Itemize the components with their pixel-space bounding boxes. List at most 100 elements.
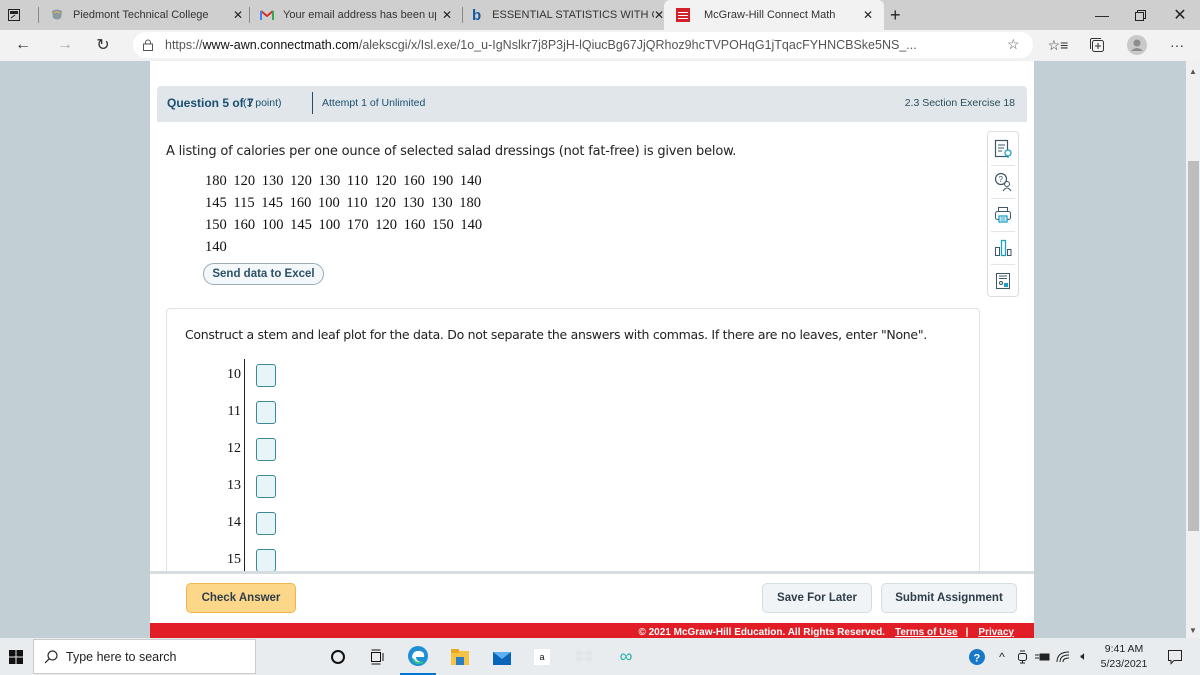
statistics-icon: [995, 239, 1012, 256]
amazon-icon: a: [534, 648, 550, 665]
save-for-later-button[interactable]: Save For Later: [762, 583, 872, 613]
address-bar[interactable]: https://www-awn.connectmath.com/alekscgi…: [133, 32, 1033, 58]
close-tab-icon[interactable]: ✕: [863, 8, 873, 22]
minimize-button[interactable]: —: [1082, 0, 1122, 30]
scroll-thumb[interactable]: [1188, 161, 1199, 531]
svg-text:?: ?: [999, 175, 1004, 184]
cortana-button[interactable]: [320, 638, 356, 675]
tab-title: ESSENTIAL STATISTICS WITH CO: [492, 9, 655, 21]
tool-rail: ?: [987, 131, 1019, 297]
task-view-icon: [371, 649, 384, 664]
favorites-button[interactable]: ☆≡: [1043, 30, 1073, 60]
guided-solution-icon: [994, 139, 1012, 158]
leaf-input-11[interactable]: [256, 401, 276, 424]
print-button[interactable]: [988, 198, 1018, 231]
page-scrollbar[interactable]: ▲ ▼: [1186, 61, 1200, 638]
speaker-icon: 🔈︎: [1080, 649, 1088, 663]
close-tab-icon[interactable]: ✕: [654, 8, 664, 22]
windows-taskbar: Type here to search a ∞ ? ^ 🔈︎ 9:41 AM 5…: [0, 638, 1200, 675]
restore-button[interactable]: [1120, 0, 1160, 30]
forward-button[interactable]: →: [50, 30, 80, 60]
attempt-label: Attempt 1 of Unlimited: [322, 97, 426, 109]
meet-now-button[interactable]: [1014, 638, 1032, 675]
close-window-button[interactable]: ✕: [1160, 0, 1200, 30]
wifi-icon: [1056, 651, 1070, 662]
refresh-button[interactable]: ↻: [88, 30, 118, 60]
ask-instructor-button[interactable]: ?: [988, 165, 1018, 198]
mcgraw-hill-icon: [676, 8, 690, 22]
action-center-button[interactable]: [1160, 638, 1190, 675]
data-row: 150 160 100 145 100 170 120 160 150 140: [205, 217, 483, 233]
profile-button[interactable]: [1122, 30, 1152, 60]
calculator-button[interactable]: [988, 264, 1018, 297]
check-answer-button[interactable]: Check Answer: [186, 583, 296, 613]
action-bar: Check Answer Save For Later Submit Assig…: [150, 571, 1034, 638]
stem-label: 10: [227, 367, 241, 382]
battery-button[interactable]: [1034, 638, 1052, 675]
new-tab-button[interactable]: +: [890, 0, 910, 30]
start-button[interactable]: [0, 638, 32, 675]
file-explorer-button[interactable]: [442, 638, 478, 675]
calculator-icon: [996, 272, 1010, 289]
scroll-down-icon[interactable]: ▼: [1186, 624, 1200, 638]
dropbox-button[interactable]: [566, 638, 602, 675]
collections-icon: [1090, 38, 1104, 52]
close-tab-icon[interactable]: ✕: [233, 8, 243, 22]
help-tray-button[interactable]: ?: [966, 638, 988, 675]
leaf-input-12[interactable]: [256, 438, 276, 461]
back-button[interactable]: ←: [8, 30, 38, 60]
add-favorite-icon[interactable]: ☆: [1007, 36, 1020, 53]
stem-label: 14: [227, 515, 241, 530]
leaf-input-13[interactable]: [256, 475, 276, 498]
stem-label: 13: [227, 478, 241, 493]
header-divider: [312, 92, 313, 114]
question-intro: A listing of calories per one ounce of s…: [166, 144, 737, 159]
infinity-icon: ∞: [619, 646, 633, 666]
battery-icon: [1035, 653, 1050, 660]
taskbar-spacer: [255, 638, 291, 675]
submit-assignment-button[interactable]: Submit Assignment: [881, 583, 1017, 613]
question-prompt: Construct a stem and leaf plot for the d…: [185, 327, 927, 342]
taskbar-search[interactable]: Type here to search: [33, 639, 256, 674]
send-data-to-excel-button[interactable]: Send data to Excel: [203, 263, 324, 285]
clock-time: 9:41 AM: [1104, 643, 1144, 655]
network-button[interactable]: [1054, 638, 1072, 675]
mail-icon: [493, 651, 511, 665]
print-icon: [995, 206, 1011, 223]
settings-menu-button[interactable]: ···: [1162, 30, 1192, 60]
privacy-link[interactable]: Privacy: [978, 627, 1014, 638]
stem-label: 15: [227, 552, 241, 567]
question-number: Question 5 of 7: [167, 96, 254, 110]
volume-button[interactable]: 🔈︎: [1074, 638, 1094, 675]
data-row: 180 120 130 120 130 110 120 160 190 140: [205, 173, 482, 189]
show-hidden-icons-button[interactable]: ^: [994, 638, 1010, 675]
close-tab-icon[interactable]: ✕: [442, 8, 452, 22]
leaf-input-14[interactable]: [256, 512, 276, 535]
leaf-input-10[interactable]: [256, 364, 276, 387]
svg-text:?: ?: [974, 652, 981, 664]
question-card: Question 5 of 7 (1 point) Attempt 1 of U…: [150, 61, 1034, 638]
url-text: https://www-awn.connectmath.com/alekscgi…: [165, 38, 917, 52]
terms-of-use-link[interactable]: Terms of Use: [895, 627, 958, 638]
infinity-app-button[interactable]: ∞: [608, 638, 644, 675]
tab-piedmont[interactable]: Piedmont Technical College ✕: [50, 0, 250, 30]
scroll-up-icon[interactable]: ▲: [1186, 65, 1200, 79]
tab-mcgraw-hill[interactable]: McGraw-Hill Connect Math ✕: [664, 0, 884, 30]
task-view-button[interactable]: [360, 638, 396, 675]
system-clock[interactable]: 9:41 AM 5/23/2021: [1094, 642, 1154, 672]
leaf-input-15[interactable]: [256, 549, 276, 572]
tab-actions-button[interactable]: [8, 0, 28, 30]
windows-logo-icon: [9, 649, 23, 664]
amazon-button[interactable]: a: [524, 638, 560, 675]
tab-essential-statistics[interactable]: b ESSENTIAL STATISTICS WITH CO ✕: [472, 0, 672, 30]
edge-taskbar-button[interactable]: [400, 638, 436, 675]
help-icon: ?: [969, 648, 985, 665]
tab-actions-icon: [8, 9, 20, 21]
statistics-button[interactable]: [988, 231, 1018, 264]
folder-icon: [451, 648, 469, 665]
guided-solution-button[interactable]: [988, 132, 1018, 165]
mail-button[interactable]: [484, 638, 520, 675]
collections-button[interactable]: [1082, 30, 1112, 60]
tab-gmail[interactable]: Your email address has been upd ✕: [260, 0, 460, 30]
copyright-text: © 2021 McGraw-Hill Education. All Rights…: [638, 626, 885, 638]
